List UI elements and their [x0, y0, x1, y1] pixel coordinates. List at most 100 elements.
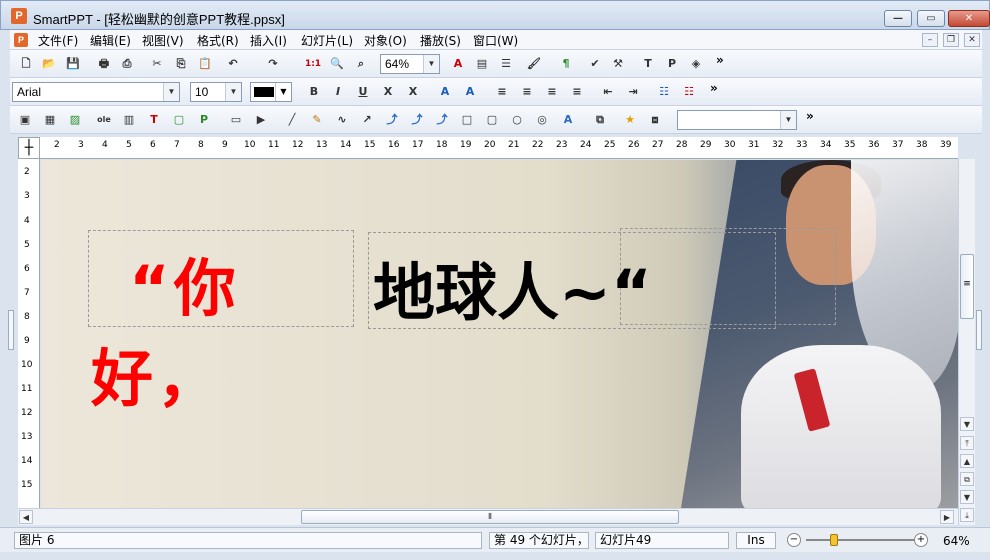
- status-insert-mode[interactable]: Ins: [736, 532, 776, 549]
- line-icon[interactable]: ╱: [282, 110, 302, 130]
- freehand-icon[interactable]: ✎: [307, 110, 327, 130]
- align-right-icon[interactable]: ≡: [542, 82, 562, 102]
- star-icon[interactable]: ★: [620, 110, 640, 130]
- copy-icon[interactable]: ⎘: [171, 54, 191, 74]
- next-slide-icon[interactable]: ▼: [960, 490, 974, 504]
- ole-button[interactable]: ole: [94, 110, 114, 130]
- paragraph-icon[interactable]: ¶: [556, 54, 576, 74]
- text-frame-quote[interactable]: [620, 228, 836, 325]
- tools-icon[interactable]: ⚒: [608, 54, 628, 74]
- horizontal-ruler[interactable]: 2 3 4 5 6 7 8 9 10 11 12 13 14 15 16 17 …: [40, 137, 958, 159]
- frame-icon[interactable]: ▢: [169, 110, 189, 130]
- curve-icon[interactable]: ∿: [332, 110, 352, 130]
- image-frame-icon[interactable]: ▨: [65, 110, 85, 130]
- connector3-icon[interactable]: ⤴: [432, 110, 452, 130]
- horizontal-scroll-thumb[interactable]: ⦀: [301, 510, 679, 524]
- mdi-close-button[interactable]: ✕: [964, 33, 980, 47]
- toolbar-overflow[interactable]: »: [710, 81, 718, 95]
- slide-text-red-line2[interactable]: 好，: [91, 328, 223, 418]
- print-icon[interactable]: 🖶: [94, 54, 114, 74]
- zoom-out-button[interactable]: −: [787, 533, 801, 547]
- ruler-corner[interactable]: ┼: [18, 137, 40, 159]
- slide-canvas[interactable]: “你 好， 地球人~“: [41, 160, 958, 508]
- align-left-icon[interactable]: ≡: [492, 82, 512, 102]
- text-frame-icon[interactable]: T: [144, 110, 164, 130]
- left-panel-grip[interactable]: [8, 310, 14, 350]
- underline-icon[interactable]: U: [353, 82, 373, 102]
- right-panel-grip[interactable]: [976, 310, 982, 350]
- horizontal-scrollbar[interactable]: ◀ ⦀ ▶: [18, 508, 958, 525]
- zoom-slider[interactable]: [806, 539, 916, 541]
- zoom-slider-knob[interactable]: [829, 534, 838, 546]
- scroll-left-arrow[interactable]: ◀: [19, 510, 33, 524]
- select-frame-icon[interactable]: ▣: [15, 110, 35, 130]
- font-name-select[interactable]: Arial ▼: [12, 82, 180, 102]
- format-brush-icon[interactable]: 🖌: [524, 54, 544, 74]
- vertical-scrollbar[interactable]: ≡ ▼ ⤒ ▲ ⧉ ▼ ⤓: [958, 159, 975, 525]
- menu-file[interactable]: 文件(F): [38, 32, 78, 49]
- slide-text-red-line1[interactable]: “你: [129, 238, 240, 328]
- table-frame-icon[interactable]: ▦: [40, 110, 60, 130]
- spellcheck-icon[interactable]: ✔: [585, 54, 605, 74]
- wordart-icon[interactable]: A: [558, 110, 578, 130]
- connector-icon[interactable]: ⤴: [382, 110, 402, 130]
- menu-play[interactable]: 播放(S): [420, 32, 461, 49]
- slide-list-icon[interactable]: ⧉: [960, 472, 974, 486]
- minimize-button[interactable]: —: [884, 10, 912, 27]
- menu-view[interactable]: 视图(V): [142, 32, 184, 49]
- text-box-icon[interactable]: T: [638, 54, 658, 74]
- rounded-rect-icon[interactable]: ▢: [482, 110, 502, 130]
- bold-icon[interactable]: B: [304, 82, 324, 102]
- close-button[interactable]: ✕: [948, 10, 990, 27]
- toolbar-overflow[interactable]: »: [716, 53, 724, 67]
- actual-size-button[interactable]: 1:1: [303, 54, 323, 74]
- magnifier-icon[interactable]: ⌕: [351, 54, 371, 74]
- maximize-button[interactable]: ▭: [917, 10, 945, 27]
- strikethrough-icon[interactable]: X: [378, 82, 398, 102]
- first-slide-icon[interactable]: ⤒: [960, 436, 974, 450]
- video-icon[interactable]: ▶: [251, 110, 271, 130]
- rectangle-icon[interactable]: □: [457, 110, 477, 130]
- increase-indent-icon[interactable]: ⇥: [623, 82, 643, 102]
- ungroup-icon[interactable]: ⧈: [645, 110, 665, 130]
- zoom-select[interactable]: 64% ▼: [380, 54, 440, 74]
- menu-window[interactable]: 窗口(W): [473, 32, 518, 49]
- text-color-icon[interactable]: A: [448, 54, 468, 74]
- font-size-select[interactable]: 10 ▼: [190, 82, 242, 102]
- decrease-indent-icon[interactable]: ⇤: [598, 82, 618, 102]
- menu-object[interactable]: 对象(O): [364, 32, 407, 49]
- 3d-icon[interactable]: ◈: [686, 54, 706, 74]
- vertical-scroll-thumb[interactable]: ≡: [960, 254, 974, 319]
- scroll-down-arrow[interactable]: ▼: [960, 417, 974, 431]
- group-icon[interactable]: ⧉: [590, 110, 610, 130]
- justify-icon[interactable]: ≡: [567, 82, 587, 102]
- menu-format[interactable]: 格式(R): [197, 32, 239, 49]
- placeholder-icon[interactable]: P: [662, 54, 682, 74]
- bullets-icon[interactable]: ☷: [654, 82, 674, 102]
- paste-icon[interactable]: 📋: [195, 54, 215, 74]
- zoom-in-button[interactable]: +: [914, 533, 928, 547]
- open-folder-icon[interactable]: 📂: [39, 54, 59, 74]
- menu-edit[interactable]: 编辑(E): [90, 32, 131, 49]
- italic-icon[interactable]: I: [328, 82, 348, 102]
- shapes-icon[interactable]: ◎: [532, 110, 552, 130]
- page-frame-icon[interactable]: P: [194, 110, 214, 130]
- menu-slide[interactable]: 幻灯片(L): [301, 32, 353, 49]
- prev-slide-icon[interactable]: ▲: [960, 454, 974, 468]
- menu-insert[interactable]: 插入(I): [250, 32, 287, 49]
- mdi-restore-button[interactable]: ❐: [943, 33, 959, 47]
- clear-format-icon[interactable]: X: [403, 82, 423, 102]
- cut-icon[interactable]: ✂: [147, 54, 167, 74]
- grow-font-icon[interactable]: A: [435, 82, 455, 102]
- numbering-icon[interactable]: ☷: [679, 82, 699, 102]
- ellipse-icon[interactable]: ○: [507, 110, 527, 130]
- zoom-icon[interactable]: 🔍: [327, 54, 347, 74]
- redo-icon[interactable]: ↷: [263, 54, 283, 74]
- save-icon[interactable]: 💾: [63, 54, 83, 74]
- arrow-icon[interactable]: ↗: [357, 110, 377, 130]
- slide-text-black[interactable]: 地球人~“: [373, 242, 652, 332]
- document-icon[interactable]: P: [14, 33, 28, 47]
- connector2-icon[interactable]: ⤴: [407, 110, 427, 130]
- undo-icon[interactable]: ↶: [223, 54, 243, 74]
- list-icon[interactable]: ☰: [496, 54, 516, 74]
